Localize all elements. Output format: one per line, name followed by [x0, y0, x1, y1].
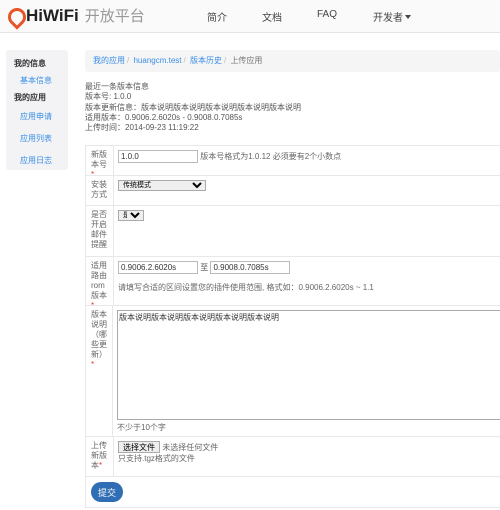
- brand-subtitle: 开放平台: [84, 8, 145, 25]
- sidebar-heading-my-info: 我的信息: [14, 59, 46, 68]
- top-header: HiWiFi 开放平台 简介 文档 FAQ 开发者: [0, 0, 500, 33]
- nav-docs[interactable]: 文档: [262, 9, 282, 24]
- sidebar: 我的信息 基本信息 我的应用 应用申请 应用列表 应用日志: [6, 50, 68, 170]
- nav-developer-label: 开发者: [373, 13, 403, 24]
- nav-faq[interactable]: FAQ: [317, 9, 337, 20]
- label-install: 安装方式: [86, 176, 114, 205]
- sidebar-item-app-apply[interactable]: 应用申请: [6, 108, 68, 126]
- sidebar-item-app-log[interactable]: 应用日志: [6, 152, 68, 170]
- label-rom: 适用路由rom版本: [91, 261, 107, 300]
- brand-name: HiWiFi: [26, 5, 79, 25]
- latest-update: 版本更新信息：版本说明版本说明版本说明版本说明版本说明: [85, 102, 301, 112]
- upload-hint: 只支持.tgz格式的文件: [118, 454, 195, 463]
- row-desc: 版本说明（哪些更新）* 版本说明版本说明版本说明版本说明版本说明 不少于10个字: [85, 306, 500, 437]
- upload-form: 新版本号* 版本号格式为1.0.12 必须要有2个小数点 安装方式 传统模式 是…: [85, 145, 500, 508]
- logo[interactable]: HiWiFi 开放平台: [8, 5, 145, 26]
- latest-uploaded: 上传时间：2014-09-23 11:19:22: [85, 123, 199, 133]
- rom-to-input[interactable]: [210, 261, 291, 274]
- desc-hint: 不少于10个字: [117, 423, 166, 432]
- nav-developer[interactable]: 开发者: [373, 9, 411, 24]
- choose-file-button[interactable]: 选择文件: [118, 441, 160, 453]
- sidebar-heading-my-apps: 我的应用: [14, 93, 46, 102]
- latest-version: 版本号: 1.0.0: [85, 92, 132, 102]
- sidebar-item-basic-info[interactable]: 基本信息: [6, 72, 68, 90]
- breadcrumb: 我的应用 / huangcm.test / 版本历史 / 上传应用: [85, 50, 500, 72]
- rom-hint: 请填写合适的区间设置您的插件使用范围, 格式如：0.9006.2.6020s ~…: [118, 283, 374, 292]
- latest-title: 最近一条版本信息: [85, 82, 149, 91]
- email-notify-select[interactable]: 是: [118, 210, 144, 221]
- row-upload: 上传新版本* 选择文件 未选择任何文件 只支持.tgz格式的文件: [85, 437, 500, 477]
- caret-down-icon: [405, 15, 411, 19]
- rom-to-label: 至: [200, 263, 209, 272]
- breadcrumb-my-apps[interactable]: 我的应用: [93, 56, 125, 65]
- nav-intro[interactable]: 简介: [207, 9, 227, 24]
- breadcrumb-history[interactable]: 版本历史: [190, 56, 222, 65]
- row-install: 安装方式 传统模式: [85, 176, 500, 206]
- row-email: 是否开启邮件提醒 是: [85, 206, 500, 257]
- row-submit: 提交: [85, 477, 500, 508]
- file-status: 未选择任何文件: [162, 443, 219, 452]
- breadcrumb-current: 上传应用: [230, 56, 263, 65]
- submit-button[interactable]: 提交: [91, 482, 123, 502]
- latest-version-info: 最近一条版本信息 版本号: 1.0.0 版本更新信息：版本说明版本说明版本说明版…: [85, 82, 301, 133]
- row-version: 新版本号* 版本号格式为1.0.12 必须要有2个小数点: [85, 146, 500, 179]
- version-hint: 版本号格式为1.0.12 必须要有2个小数点: [200, 152, 342, 161]
- desc-textarea[interactable]: 版本说明版本说明版本说明版本说明版本说明: [117, 310, 500, 420]
- label-email: 是否开启邮件提醒: [86, 206, 114, 256]
- sidebar-item-app-list[interactable]: 应用列表: [6, 130, 68, 148]
- location-pin-logo-icon: [8, 8, 22, 24]
- version-input[interactable]: [118, 150, 198, 163]
- row-rom: 适用路由rom版本* 至 请填写合适的区间设置您的插件使用范围, 格式如：0.9…: [85, 257, 500, 310]
- label-version: 新版本号: [91, 150, 107, 169]
- latest-applicable: 适用版本：0.9006.2.6020s - 0.9008.0.7085s: [85, 112, 243, 122]
- breadcrumb-app[interactable]: huangcm.test: [133, 56, 181, 65]
- label-desc: 版本说明（哪些更新）: [91, 310, 107, 359]
- rom-from-input[interactable]: [118, 261, 198, 274]
- install-mode-select[interactable]: 传统模式: [118, 180, 206, 191]
